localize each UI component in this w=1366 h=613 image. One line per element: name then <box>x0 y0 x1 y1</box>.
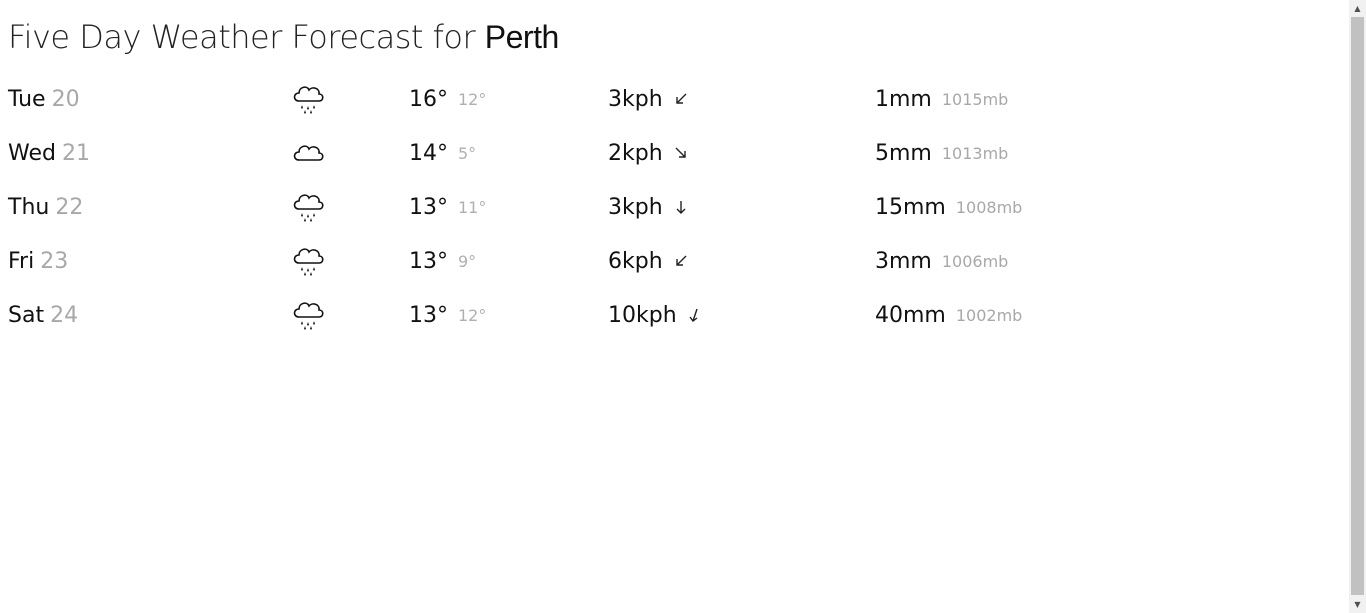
day-name: Thu <box>8 194 50 220</box>
day-date: 21 <box>61 140 90 166</box>
low-temp: 5° <box>458 143 477 163</box>
temperature-cell: 16° 12° <box>409 72 486 126</box>
title-prefix: Five Day Weather Forecast for <box>8 18 485 56</box>
wind-speed: 10kph <box>608 302 677 328</box>
page-title: Five Day Weather Forecast for Perth <box>8 18 559 56</box>
rain-cell: 1mm 1015mb <box>875 72 1008 126</box>
forecast-row: Thu 22 13° 11° 3kph 15mm 1008mb <box>0 180 1349 234</box>
day-cell: Sat 24 <box>8 288 78 342</box>
high-temp: 13° <box>409 302 448 328</box>
high-temp: 16° <box>409 86 448 112</box>
day-name: Tue <box>8 86 46 112</box>
wind-speed: 3kph <box>608 194 663 220</box>
wind-speed: 2kph <box>608 140 663 166</box>
scrollbar-thumb[interactable] <box>1351 17 1364 595</box>
pressure: 1008mb <box>955 197 1023 217</box>
wind-speed: 3kph <box>608 86 663 112</box>
pressure: 1006mb <box>941 251 1009 271</box>
wind-speed: 6kph <box>608 248 663 274</box>
forecast-page: Five Day Weather Forecast for Perth Tue 2… <box>0 0 1349 613</box>
temperature-cell: 13° 11° <box>409 180 486 234</box>
rainfall: 1mm <box>875 86 932 112</box>
high-temp: 13° <box>409 194 448 220</box>
temperature-cell: 13° 12° <box>409 288 486 342</box>
wind-arrow-south-southwest-icon <box>689 308 698 322</box>
forecast-row: Tue 20 16° 12° 3kph 1mm 1015mb <box>0 72 1349 126</box>
scroll-down-arrow-icon[interactable]: ▼ <box>1349 596 1366 613</box>
vertical-scrollbar[interactable]: ▲ ▼ <box>1349 0 1366 613</box>
temperature-cell: 14° 5° <box>409 126 476 180</box>
rainfall: 3mm <box>875 248 932 274</box>
wind-arrow-south-icon <box>676 201 686 214</box>
rain-cloud-icon <box>290 180 326 234</box>
forecast-row: Fri 23 13° 9° 6kph 3mm 1006mb <box>0 234 1349 288</box>
temperature-cell: 13° 9° <box>409 234 476 288</box>
day-name: Wed <box>8 140 56 166</box>
wind-arrow-southeast-icon <box>675 147 686 158</box>
day-name: Fri <box>8 248 35 274</box>
pressure: 1002mb <box>955 305 1023 325</box>
wind-cell: 3kph <box>608 180 689 234</box>
low-temp: 12° <box>458 89 487 109</box>
wind-arrow-southwest-icon <box>675 255 687 266</box>
pressure: 1013mb <box>941 143 1009 163</box>
rain-cloud-icon <box>290 288 326 342</box>
rain-cell: 5mm 1013mb <box>875 126 1008 180</box>
day-date: 23 <box>40 248 69 274</box>
day-cell: Thu 22 <box>8 180 83 234</box>
forecast-row: Sat 24 13° 12° 10kph 40mm 1002mb <box>0 288 1349 342</box>
day-date: 24 <box>50 302 79 328</box>
rainfall: 5mm <box>875 140 932 166</box>
wind-cell: 6kph <box>608 234 689 288</box>
high-temp: 13° <box>409 248 448 274</box>
day-cell: Wed 21 <box>8 126 90 180</box>
forecast-row: Wed 21 14° 5° 2kph 5mm 1013mb <box>0 126 1349 180</box>
day-name: Sat <box>8 302 45 328</box>
city-name: Perth <box>484 19 559 55</box>
rainfall: 15mm <box>875 194 946 220</box>
wind-cell: 2kph <box>608 126 689 180</box>
high-temp: 14° <box>409 140 448 166</box>
wind-arrow-southwest-icon <box>675 93 687 104</box>
day-date: 22 <box>55 194 84 220</box>
rain-cloud-icon <box>290 234 326 288</box>
wind-cell: 10kph <box>608 288 703 342</box>
cloud-icon <box>290 126 326 180</box>
low-temp: 9° <box>458 251 477 271</box>
low-temp: 12° <box>458 305 487 325</box>
wind-cell: 3kph <box>608 72 689 126</box>
rain-cell: 3mm 1006mb <box>875 234 1008 288</box>
rain-cloud-icon <box>290 72 326 126</box>
day-cell: Fri 23 <box>8 234 68 288</box>
pressure: 1015mb <box>941 89 1009 109</box>
rainfall: 40mm <box>875 302 946 328</box>
low-temp: 11° <box>458 197 487 217</box>
day-date: 20 <box>51 86 80 112</box>
day-cell: Tue 20 <box>8 72 80 126</box>
scroll-up-arrow-icon[interactable]: ▲ <box>1349 0 1366 17</box>
rain-cell: 40mm 1002mb <box>875 288 1022 342</box>
rain-cell: 15mm 1008mb <box>875 180 1022 234</box>
